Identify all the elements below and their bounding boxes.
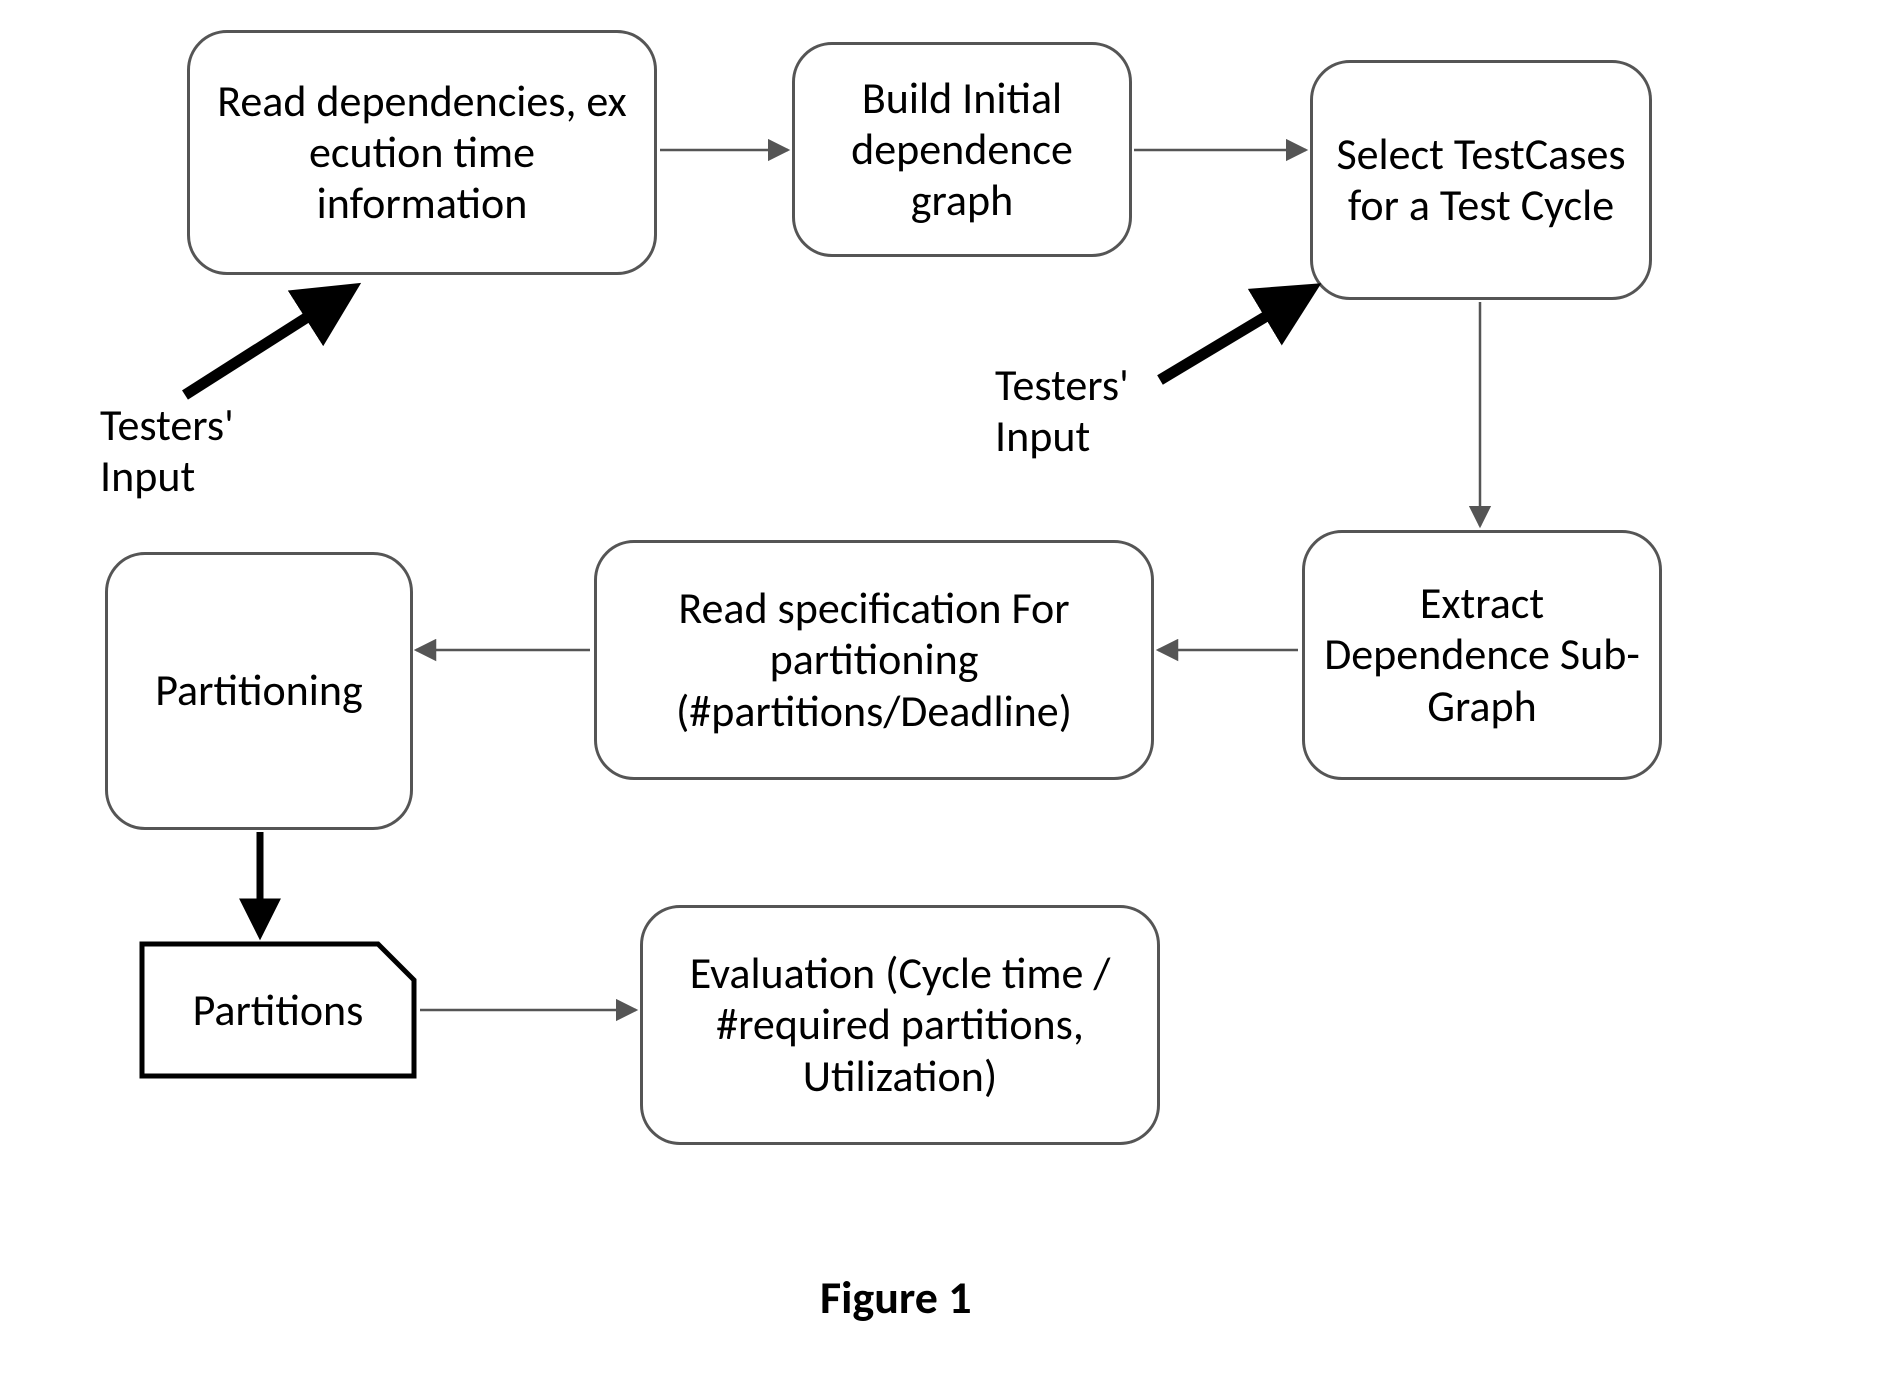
box-partitions-output: Partitions: [138, 940, 418, 1080]
box-label: Extract Dependence Sub-Graph: [1323, 578, 1641, 731]
box-label: Select TestCases for a Test Cycle: [1331, 129, 1631, 231]
box-label: Partitions: [193, 983, 364, 1037]
figure-caption: Figure 1: [820, 1270, 972, 1326]
label-testers-input-right: Testers' Input: [995, 360, 1195, 461]
box-build-graph: Build Initial dependence graph: [792, 42, 1132, 257]
box-evaluation: Evaluation (Cycle time / #required parti…: [640, 905, 1160, 1145]
box-label: Evaluation (Cycle time / #required parti…: [661, 948, 1139, 1101]
box-partitioning: Partitioning: [105, 552, 413, 830]
box-read-dependencies: Read dependencies, ex ecution time infor…: [187, 30, 657, 275]
box-label: Partitioning: [155, 665, 362, 716]
arrow-testers-left: [185, 290, 350, 395]
box-label: Build Initial dependence graph: [813, 73, 1111, 226]
diagram-stage: Read dependencies, ex ecution time infor…: [0, 0, 1877, 1392]
box-read-spec: Read specification For partitioning (#pa…: [594, 540, 1154, 780]
box-select-testcases: Select TestCases for a Test Cycle: [1310, 60, 1652, 300]
box-label: Read dependencies, ex ecution time infor…: [208, 76, 636, 229]
label-testers-input-left: Testers' Input: [100, 400, 300, 501]
box-extract-subgraph: Extract Dependence Sub-Graph: [1302, 530, 1662, 780]
box-label: Read specification For partitioning (#pa…: [615, 583, 1133, 736]
